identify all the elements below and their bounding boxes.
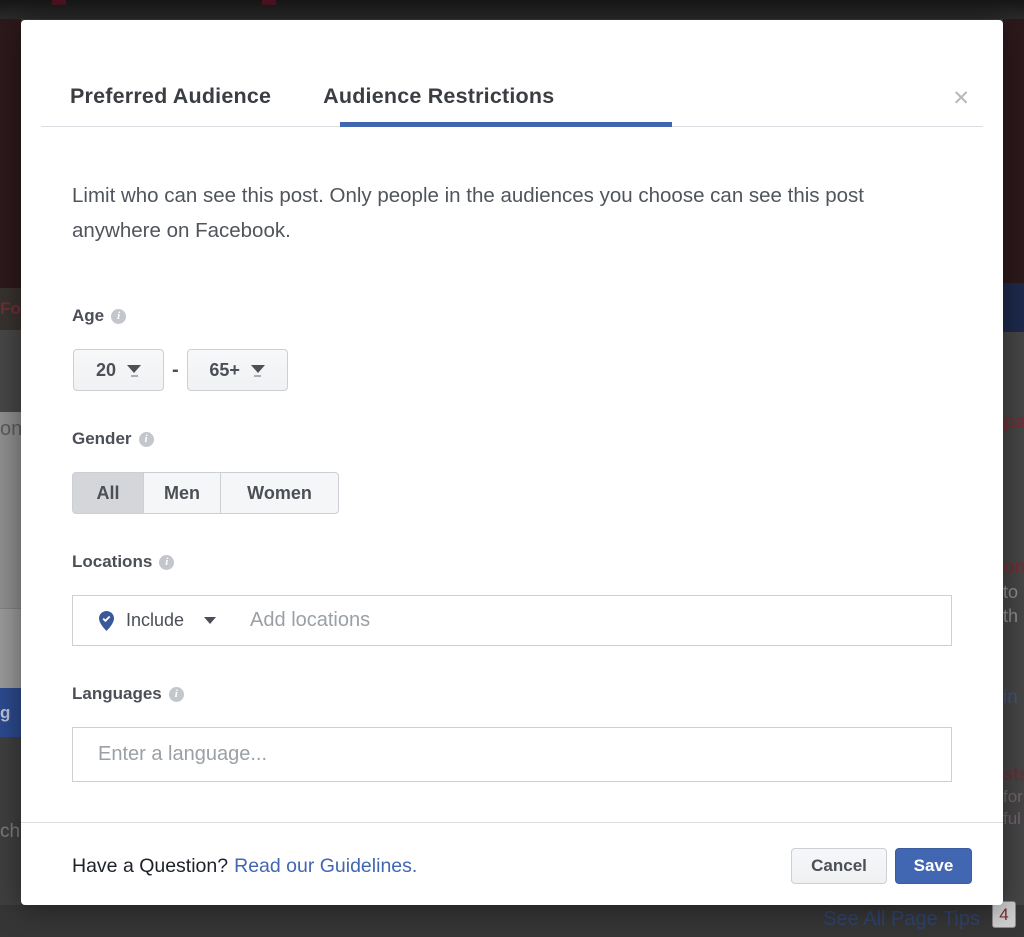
- tab-audience-restrictions[interactable]: Audience Restrictions: [323, 84, 554, 109]
- text-fragment: sts: [1003, 762, 1024, 786]
- gender-option-women[interactable]: Women: [220, 472, 339, 514]
- text-fragment: pa: [1003, 410, 1024, 434]
- languages-input[interactable]: [73, 728, 951, 781]
- locations-label-text: Locations: [72, 552, 152, 572]
- info-icon[interactable]: i: [169, 687, 184, 702]
- cover-photo-fragment-right: [1003, 19, 1024, 283]
- footer-question-text: Have a Question?: [72, 855, 228, 878]
- topbar-decoration: [262, 0, 276, 5]
- info-icon[interactable]: i: [159, 555, 174, 570]
- blue-button-fragment: g p: [0, 688, 21, 737]
- cancel-button[interactable]: Cancel: [791, 848, 887, 884]
- page-tips-bar: See All Page Tips 4: [0, 905, 1024, 937]
- text-fragment: in: [1003, 686, 1024, 710]
- gender-option-all[interactable]: All: [72, 472, 144, 514]
- gender-option-men[interactable]: Men: [143, 472, 221, 514]
- info-icon[interactable]: i: [111, 309, 126, 324]
- audience-restrictions-dialog: Preferred Audience Audience Restrictions…: [21, 20, 1003, 905]
- background-section: [0, 330, 21, 412]
- text-fragment: to: [1003, 580, 1024, 604]
- locations-mode-value: Include: [126, 610, 184, 631]
- page-tab-fragment: Fo: [0, 288, 21, 330]
- age-max-value: 65+: [209, 360, 240, 381]
- text-fragment: ful: [1003, 808, 1024, 830]
- screen: Fo on g p ch pa on to th in sts for ful …: [0, 0, 1024, 937]
- background-section: pa on to th in sts for ful: [1003, 332, 1024, 905]
- guidelines-link[interactable]: Read our Guidelines.: [234, 855, 417, 878]
- info-icon[interactable]: i: [139, 432, 154, 447]
- chevron-down-icon: [251, 365, 265, 377]
- gender-label: Gender i: [72, 429, 154, 449]
- languages-field: [72, 727, 952, 782]
- active-tab-indicator: [340, 122, 672, 127]
- text-fragment: th: [1003, 604, 1024, 628]
- gender-button-group: All Men Women: [72, 472, 339, 514]
- age-max-dropdown[interactable]: 65+: [187, 349, 288, 391]
- locations-input[interactable]: [250, 609, 951, 632]
- text-fragment: ch: [0, 821, 21, 843]
- age-label-text: Age: [72, 306, 104, 326]
- tab-preferred-audience[interactable]: Preferred Audience: [70, 84, 271, 109]
- text-fragment: on: [0, 418, 21, 441]
- background-section: [0, 608, 21, 688]
- locations-field: Include: [72, 595, 952, 646]
- languages-label: Languages i: [72, 684, 184, 704]
- chevron-down-icon: [204, 617, 216, 624]
- age-label: Age i: [72, 306, 126, 326]
- age-min-value: 20: [96, 360, 116, 381]
- age-range-separator: -: [172, 359, 179, 382]
- browser-top-bar: [0, 0, 1024, 19]
- see-all-page-tips-link[interactable]: See All Page Tips: [823, 908, 980, 931]
- languages-label-text: Languages: [72, 684, 162, 704]
- dialog-description: Limit who can see this post. Only people…: [72, 178, 957, 248]
- age-min-dropdown[interactable]: 20: [73, 349, 164, 391]
- background-section: on: [0, 412, 21, 608]
- cover-photo-fragment-left: [0, 19, 21, 288]
- footer-divider: [21, 822, 1003, 823]
- gender-label-text: Gender: [72, 429, 132, 449]
- save-button[interactable]: Save: [895, 848, 972, 884]
- chevron-down-icon: [127, 365, 141, 377]
- locations-label: Locations i: [72, 552, 174, 572]
- dialog-tabs: Preferred Audience Audience Restrictions: [70, 84, 554, 109]
- text-fragment: for: [1003, 786, 1024, 808]
- page-tips-count-badge: 4: [992, 901, 1016, 928]
- dialog-footer: Have a Question? Read our Guidelines. Ca…: [72, 848, 972, 884]
- topbar-decoration: [52, 0, 66, 5]
- close-icon[interactable]: ✕: [952, 86, 970, 111]
- locations-mode-dropdown[interactable]: Include: [73, 610, 216, 631]
- text-fragment: on: [1003, 556, 1024, 580]
- blue-button-fragment: [1003, 283, 1024, 332]
- age-range-row: 20 - 65+: [73, 349, 288, 391]
- location-pin-icon: [99, 611, 114, 631]
